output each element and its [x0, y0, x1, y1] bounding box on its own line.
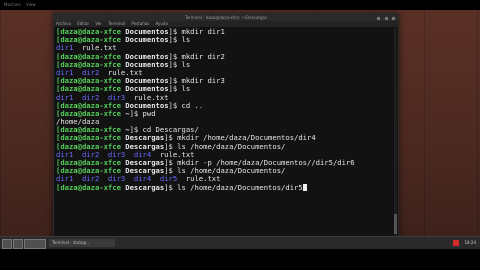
terminal-text: ]$ ls [168, 59, 191, 69]
menu-editar[interactable]: Editar [77, 21, 89, 26]
terminal-line: [daza@daza-xfce Descargas]$ ls /home/daz… [56, 182, 392, 192]
menu-ayuda[interactable]: Ayuda [156, 21, 168, 26]
letterbox-bottom [0, 249, 480, 270]
terminal-text: Descargas [125, 182, 165, 192]
terminal-text: [daza@daza-xfce [56, 182, 126, 192]
notification-icon[interactable] [453, 240, 460, 246]
terminal-text: ]$ pwd [129, 108, 156, 118]
close-icon[interactable] [392, 16, 395, 20]
workspace-switcher[interactable] [24, 239, 46, 249]
terminal-text: ]$ cd .. [168, 100, 204, 110]
system-tray: 18:24 [453, 239, 476, 247]
menu-pestanas[interactable]: Pestañas [131, 21, 149, 26]
menu-terminal[interactable]: Terminal [108, 21, 125, 26]
terminal-text: ]$ ls [168, 35, 191, 45]
terminal-menubar: Archivo Editar Ver Terminal Pestañas Ayu… [54, 21, 398, 27]
host-menubar: Machine View [0, 0, 480, 10]
app-menu-icon[interactable] [2, 239, 12, 249]
menu-ver[interactable]: Ver [95, 21, 102, 26]
terminal-line: [daza@daza-xfce ~]$ pwd [56, 108, 392, 118]
terminal-output[interactable]: [daza@daza-xfce Documentos]$ mkdir dir1[… [56, 28, 392, 239]
host-menu-machine[interactable]: Machine [4, 0, 21, 10]
terminal-window: Terminal - daza@daza-xfce: ~/Descargas A… [53, 13, 399, 240]
terminal-text: ]$ ls [168, 84, 191, 94]
terminal-scrollbar[interactable] [394, 28, 397, 237]
task-label: Terminal - daza@... [52, 240, 91, 245]
window-controls [374, 14, 395, 21]
menu-archivo[interactable]: Archivo [56, 21, 71, 26]
terminal-text: ]$ ls /home/daza/Documentos/dir5 [164, 182, 303, 192]
clock[interactable]: 18:24 [464, 240, 476, 245]
text-cursor [302, 183, 307, 191]
maximize-icon[interactable] [384, 16, 388, 20]
window-titlebar[interactable]: Terminal - daza@daza-xfce: ~/Descargas [54, 14, 398, 21]
terminal-launcher-icon[interactable] [13, 239, 23, 249]
scrollbar-thumb[interactable] [394, 214, 397, 234]
window-title: Terminal - daza@daza-xfce: ~/Descargas [184, 15, 268, 20]
terminal-text: Documentos [125, 35, 169, 45]
taskbar: Terminal - daza@... 18:24 [0, 236, 480, 249]
host-menu-view[interactable]: View [26, 0, 36, 10]
taskbar-terminal-task[interactable]: Terminal - daza@... [49, 239, 115, 247]
minimize-icon[interactable] [377, 16, 381, 20]
